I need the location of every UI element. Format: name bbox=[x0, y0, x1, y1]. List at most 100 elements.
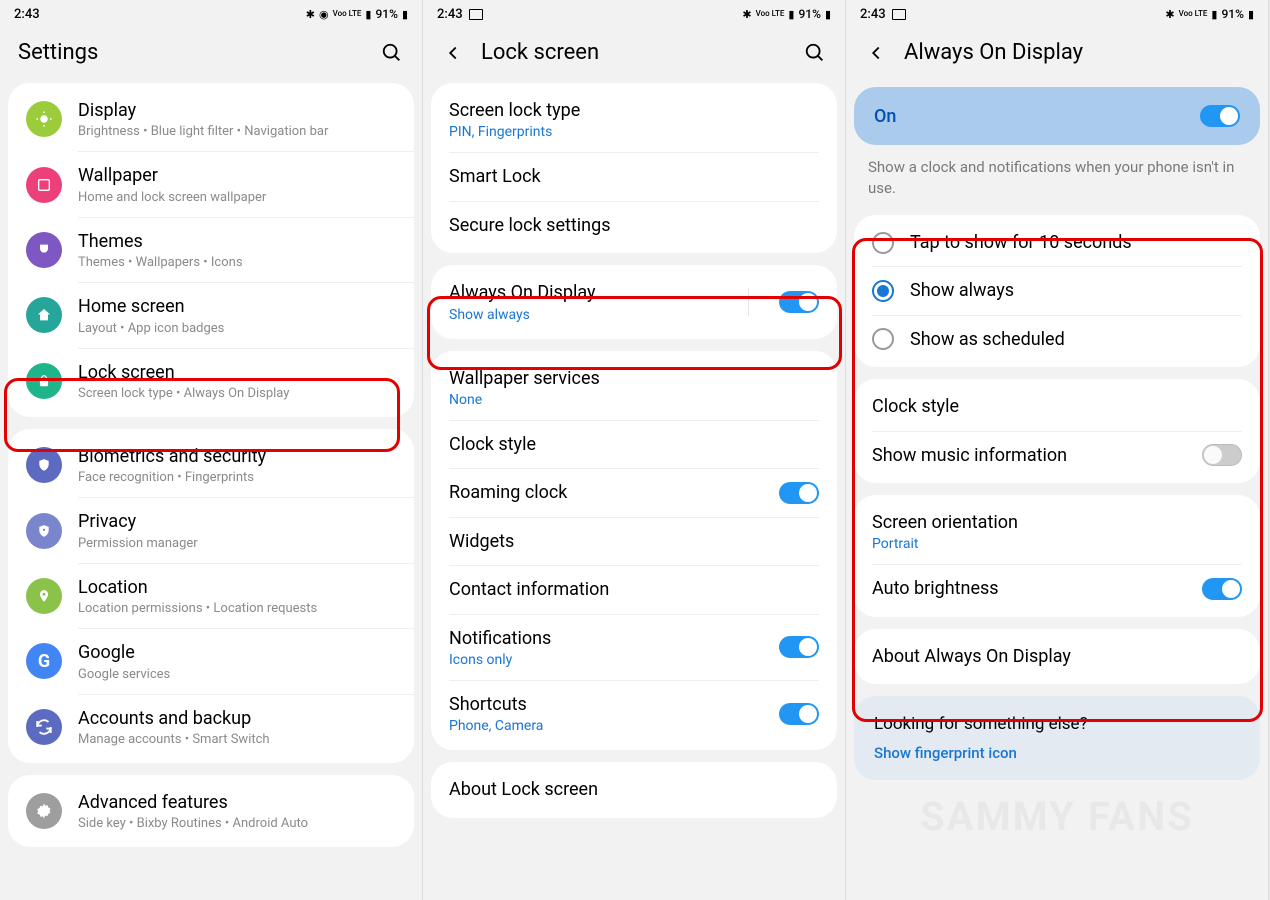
item-auto-brightness[interactable]: Auto brightness bbox=[854, 565, 1260, 612]
back-button[interactable] bbox=[864, 41, 888, 65]
item-about-aod[interactable]: About Always On Display bbox=[854, 633, 1260, 680]
item-orientation[interactable]: Screen orientation Portrait bbox=[854, 499, 1260, 564]
settings-group-3: Advanced features Side key • Bixby Routi… bbox=[8, 775, 414, 847]
status-time: 2:43 bbox=[14, 7, 40, 22]
page-title: Always On Display bbox=[904, 40, 1250, 65]
network-indicator: Voo LTE bbox=[333, 10, 362, 18]
row-title: Shortcuts bbox=[449, 693, 763, 716]
status-bar: 2:43 ✱ ◉ Voo LTE ▮ 91% ▮ bbox=[0, 0, 422, 28]
looking-link[interactable]: Show fingerprint icon bbox=[874, 744, 1240, 762]
row-title: Themes bbox=[78, 230, 396, 253]
row-title: Auto brightness bbox=[872, 577, 1186, 600]
row-sub: Phone, Camera bbox=[449, 718, 763, 734]
row-title: Screen orientation bbox=[872, 511, 1242, 534]
aod-group-3: Screen orientation Portrait Auto brightn… bbox=[854, 495, 1260, 617]
settings-item-wallpaper[interactable]: Wallpaper Home and lock screen wallpaper bbox=[8, 152, 414, 216]
row-sub: Google services bbox=[78, 667, 396, 682]
row-title: Clock style bbox=[872, 395, 1242, 418]
toggle-separator bbox=[748, 288, 749, 316]
row-title: Secure lock settings bbox=[449, 214, 819, 237]
screenshot-icon bbox=[469, 9, 483, 20]
item-contact-info[interactable]: Contact information bbox=[431, 566, 837, 613]
row-title: Location bbox=[78, 576, 396, 599]
row-title: Accounts and backup bbox=[78, 707, 396, 730]
row-title: Notifications bbox=[449, 627, 763, 650]
watermark: SAMMY FANS bbox=[920, 793, 1194, 840]
phone-settings: 2:43 ✱ ◉ Voo LTE ▮ 91% ▮ Settings Displa… bbox=[0, 0, 423, 900]
signal-icon: ▮ bbox=[788, 8, 794, 21]
brightness-toggle[interactable] bbox=[1202, 578, 1242, 600]
settings-item-advanced[interactable]: Advanced features Side key • Bixby Routi… bbox=[8, 779, 414, 843]
themes-icon bbox=[36, 242, 52, 258]
item-about-lock[interactable]: About Lock screen bbox=[431, 766, 837, 813]
search-button[interactable] bbox=[803, 41, 827, 65]
item-screen-lock-type[interactable]: Screen lock type PIN, Fingerprints bbox=[431, 87, 837, 152]
music-toggle[interactable] bbox=[1202, 444, 1242, 466]
item-roaming-clock[interactable]: Roaming clock bbox=[431, 469, 837, 516]
radio-show-always[interactable]: Show always bbox=[854, 267, 1260, 314]
item-notifications[interactable]: Notifications Icons only bbox=[431, 615, 837, 680]
row-sub: Location permissions • Location requests bbox=[78, 601, 396, 616]
row-title: Home screen bbox=[78, 295, 396, 318]
item-clock-style[interactable]: Clock style bbox=[854, 383, 1260, 430]
roaming-toggle[interactable] bbox=[779, 482, 819, 504]
status-bar: 2:43 ✱ Voo LTE ▮ 91% ▮ bbox=[423, 0, 845, 28]
settings-item-home[interactable]: Home screen Layout • App icon badges bbox=[8, 283, 414, 347]
radio-label: Show always bbox=[910, 279, 1242, 302]
settings-item-display[interactable]: Display Brightness • Blue light filter •… bbox=[8, 87, 414, 151]
settings-item-google[interactable]: G Google Google services bbox=[8, 629, 414, 693]
looking-title: Looking for something else? bbox=[874, 714, 1240, 734]
looking-card: Looking for something else? Show fingerp… bbox=[854, 696, 1260, 780]
item-secure-lock[interactable]: Secure lock settings bbox=[431, 202, 837, 249]
item-music-info[interactable]: Show music information bbox=[854, 432, 1260, 479]
radio-show-scheduled[interactable]: Show as scheduled bbox=[854, 316, 1260, 363]
settings-item-lock-screen[interactable]: Lock screen Screen lock type • Always On… bbox=[8, 349, 414, 413]
status-time: 2:43 bbox=[437, 7, 463, 22]
lock-group-aod: Always On Display Show always bbox=[431, 265, 837, 338]
row-title: Wallpaper services bbox=[449, 367, 819, 390]
lock-group-2: Wallpaper services None Clock style Roam… bbox=[431, 351, 837, 751]
item-always-on-display[interactable]: Always On Display Show always bbox=[431, 269, 837, 334]
row-title: Biometrics and security bbox=[78, 445, 396, 468]
settings-item-accounts[interactable]: Accounts and backup Manage accounts • Sm… bbox=[8, 695, 414, 759]
row-title: Privacy bbox=[78, 510, 396, 533]
settings-group-2: Biometrics and security Face recognition… bbox=[8, 429, 414, 763]
row-title: About Lock screen bbox=[449, 778, 819, 801]
settings-item-location[interactable]: Location Location permissions • Location… bbox=[8, 564, 414, 628]
page-title: Lock screen bbox=[481, 40, 787, 65]
battery-icon: ▮ bbox=[1248, 8, 1254, 21]
settings-item-privacy[interactable]: Privacy Permission manager bbox=[8, 498, 414, 562]
row-title: Wallpaper bbox=[78, 164, 396, 187]
row-title: Display bbox=[78, 99, 396, 122]
search-button[interactable] bbox=[380, 41, 404, 65]
row-title: Google bbox=[78, 641, 396, 664]
network-indicator: Voo LTE bbox=[1179, 10, 1208, 18]
battery-percent: 91% bbox=[798, 7, 820, 21]
search-icon bbox=[381, 42, 403, 64]
signal-icon: ▮ bbox=[365, 8, 371, 21]
master-toggle-card[interactable]: On bbox=[854, 87, 1260, 145]
row-title: Roaming clock bbox=[449, 481, 763, 504]
master-toggle[interactable] bbox=[1200, 105, 1240, 127]
item-shortcuts[interactable]: Shortcuts Phone, Camera bbox=[431, 681, 837, 746]
shortcuts-toggle[interactable] bbox=[779, 703, 819, 725]
row-title: About Always On Display bbox=[872, 645, 1242, 668]
search-icon bbox=[804, 42, 826, 64]
page-title: Settings bbox=[18, 40, 364, 65]
notif-toggle[interactable] bbox=[779, 636, 819, 658]
row-sub: Face recognition • Fingerprints bbox=[78, 470, 396, 485]
back-button[interactable] bbox=[441, 41, 465, 65]
radio-tap-to-show[interactable]: Tap to show for 10 seconds bbox=[854, 219, 1260, 266]
lock-group-about: About Lock screen bbox=[431, 762, 837, 817]
row-title: Advanced features bbox=[78, 791, 396, 814]
item-smart-lock[interactable]: Smart Lock bbox=[431, 153, 837, 200]
item-wallpaper-services[interactable]: Wallpaper services None bbox=[431, 355, 837, 420]
settings-item-biometrics[interactable]: Biometrics and security Face recognition… bbox=[8, 433, 414, 497]
location-status-icon: ◉ bbox=[319, 8, 329, 21]
settings-item-themes[interactable]: Themes Themes • Wallpapers • Icons bbox=[8, 218, 414, 282]
battery-percent: 91% bbox=[1221, 7, 1243, 21]
item-widgets[interactable]: Widgets bbox=[431, 518, 837, 565]
phone-aod: 2:43 ✱ Voo LTE ▮ 91% ▮ Always On Display… bbox=[846, 0, 1269, 900]
item-clock-style[interactable]: Clock style bbox=[431, 421, 837, 468]
aod-toggle[interactable] bbox=[779, 291, 819, 313]
